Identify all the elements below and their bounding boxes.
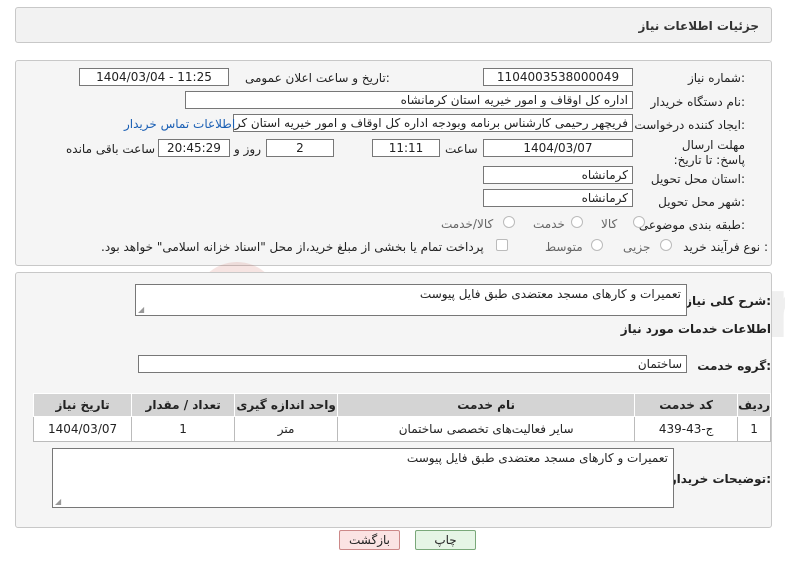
remaining-label: ساعت باقی مانده — [66, 142, 156, 156]
cell-row-number: 1 — [737, 416, 771, 442]
page-title: جزئیات اطلاعات نیاز — [638, 19, 759, 33]
cell-quantity: 1 — [131, 416, 236, 442]
deadline-label: مهلت ارسال پاسخ: تا تاریخ: — [673, 138, 745, 167]
buyer-org-label: نام دستگاه خریدار: — [650, 95, 746, 109]
cell-service-name: سایر فعالیت‌های تخصصی ساختمان — [337, 416, 636, 442]
col-header-service-code: کد خدمت — [634, 393, 739, 417]
buyer-notes-textarea[interactable]: تعمیرات و کارهای مسجد معتضدی طبق فایل پی… — [52, 448, 674, 508]
creator-field: فریچهر رحیمی کارشناس برنامه وبودجه اداره… — [233, 114, 633, 132]
process-option-medium: متوسط — [545, 240, 583, 254]
resize-grip-icon[interactable]: ◢ — [55, 497, 61, 506]
services-section-title: اطلاعات خدمات مورد نیاز — [620, 322, 771, 336]
col-header-need-date: تاریخ نیاز — [32, 393, 133, 417]
category-option-service: خدمت — [533, 217, 565, 231]
print-button[interactable]: چاپ — [415, 530, 476, 550]
buyer-org-field: اداره کل اوقاف و امور خیریه استان کرمانش… — [185, 91, 633, 109]
process-option-minor: جزیی — [623, 240, 651, 254]
col-header-service-name: نام خدمت — [337, 393, 636, 417]
treasury-payment-checkbox[interactable] — [496, 239, 508, 251]
process-radio-medium[interactable] — [591, 239, 603, 251]
province-label: استان محل تحویل: — [650, 172, 745, 186]
col-header-unit: واحد اندازه گیری — [234, 393, 339, 417]
remaining-time-field: 20:45:29 — [158, 139, 230, 157]
category-option-goods: کالا — [601, 217, 618, 231]
table-header-row: ردیف کد خدمت نام خدمت واحد اندازه گیری ت… — [32, 393, 771, 417]
deadline-time-label: ساعت — [445, 142, 478, 156]
province-field: کرمانشاه — [483, 166, 633, 184]
deadline-time-field: 11:11 — [372, 139, 440, 157]
resize-grip-icon[interactable]: ◢ — [138, 305, 144, 314]
col-header-row-number: ردیف — [737, 393, 771, 417]
treasury-payment-note: پرداخت تمام یا بخشی از مبلغ خرید،از محل … — [101, 240, 484, 254]
city-label: شهر محل تحویل: — [658, 195, 745, 209]
col-header-quantity: تعداد / مقدار — [131, 393, 236, 417]
need-number-field: 1104003538000049 — [483, 68, 633, 86]
table-row: 1 ج-43-439 سایر فعالیت‌های تخصصی ساختمان… — [32, 416, 771, 442]
process-radio-minor[interactable] — [660, 239, 672, 251]
announce-field: 1404/03/04 - 11:25 — [79, 68, 229, 86]
deadline-date-field: 1404/03/07 — [483, 139, 633, 157]
need-number-label: شماره نیاز: — [687, 71, 745, 85]
summary-textarea[interactable]: تعمیرات و کارهای مسجد معتضدی طبق فایل پی… — [135, 284, 687, 316]
announce-label: تاریخ و ساعت اعلان عمومی: — [245, 71, 390, 85]
city-field: کرمانشاه — [483, 189, 633, 207]
category-label: طبقه بندی موضوعی: — [638, 218, 745, 232]
cell-unit: متر — [234, 416, 339, 442]
services-table: ردیف کد خدمت نام خدمت واحد اندازه گیری ت… — [32, 393, 771, 442]
category-radio-service[interactable] — [571, 216, 583, 228]
days-field: 2 — [266, 139, 334, 157]
process-label: نوع فرآیند خرید : — [683, 240, 768, 254]
days-label: روز و — [234, 142, 261, 156]
creator-label: ایجاد کننده درخواست: — [634, 118, 745, 132]
buyer-notes-label: توضیحات خریدار: — [669, 472, 771, 486]
page-header: جزئیات اطلاعات نیاز — [15, 7, 772, 43]
cell-need-date: 1404/03/07 — [32, 416, 133, 442]
contact-info-link[interactable]: اطلاعات تماس خریدار — [124, 117, 235, 131]
summary-text: تعمیرات و کارهای مسجد معتضدی طبق فایل پی… — [419, 287, 681, 301]
service-group-label: گروه خدمت: — [697, 359, 771, 373]
category-radio-goods[interactable] — [633, 216, 645, 228]
summary-label: شرح کلی نیاز: — [685, 294, 771, 308]
category-radio-goods-service[interactable] — [503, 216, 515, 228]
category-option-goods-service: کالا/خدمت — [441, 217, 494, 231]
back-button[interactable]: بازگشت — [339, 530, 400, 550]
cell-service-code: ج-43-439 — [634, 416, 739, 442]
service-group-field: ساختمان — [138, 355, 687, 373]
buyer-notes-text: تعمیرات و کارهای مسجد معتضدی طبق فایل پی… — [406, 451, 668, 465]
